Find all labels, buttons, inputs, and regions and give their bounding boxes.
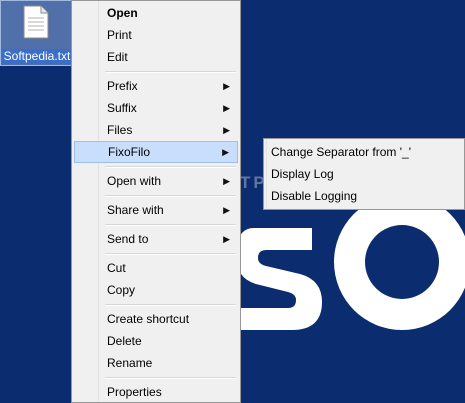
menu-item-properties[interactable]: Properties [74, 381, 238, 403]
menu-item-print[interactable]: Print [74, 24, 238, 46]
menu-item-open[interactable]: Open [74, 2, 238, 24]
menu-separator [105, 71, 236, 73]
submenu-arrow-icon: ▶ [223, 234, 230, 244]
fixofilo-submenu: Change Separator from '_' Display Log Di… [263, 138, 465, 210]
menu-item-label: Prefix [107, 79, 138, 93]
menu-item-fixofilo[interactable]: FixoFilo ▶ [74, 141, 238, 163]
menu-item-label: Files [107, 123, 133, 137]
submenu-arrow-icon: ▶ [223, 103, 230, 113]
menu-separator [105, 253, 236, 255]
menu-item-files[interactable]: Files ▶ [74, 119, 238, 141]
menu-item-send-to[interactable]: Send to ▶ [74, 228, 238, 250]
menu-item-cut[interactable]: Cut [74, 257, 238, 279]
menu-item-label: FixoFilo [108, 145, 151, 159]
menu-item-copy[interactable]: Copy [74, 279, 238, 301]
submenu-item-display-log[interactable]: Display Log [271, 163, 334, 185]
menu-item-share-with[interactable]: Share with ▶ [74, 199, 238, 221]
menu-item-label: Open with [107, 174, 162, 188]
file-name-label: Softpedia.txt [2, 49, 72, 64]
menu-separator [105, 166, 236, 168]
menu-separator [105, 224, 236, 226]
submenu-item-change-separator[interactable]: Change Separator from '_' [271, 141, 411, 163]
menu-item-delete[interactable]: Delete [74, 330, 238, 352]
menu-item-label: Share with [107, 203, 164, 217]
menu-separator [105, 377, 236, 379]
context-menu: Open Print Edit Prefix ▶ Suffix ▶ Files … [71, 0, 241, 403]
submenu-item-disable-logging[interactable]: Disable Logging [271, 185, 357, 207]
menu-item-rename[interactable]: Rename [74, 352, 238, 374]
submenu-arrow-icon: ▶ [223, 205, 230, 215]
menu-item-label: Suffix [107, 101, 137, 115]
submenu-gutter [266, 139, 267, 209]
menu-item-create-shortcut[interactable]: Create shortcut [74, 308, 238, 330]
submenu-arrow-icon: ▶ [222, 147, 229, 157]
menu-item-prefix[interactable]: Prefix ▶ [74, 75, 238, 97]
menu-item-suffix[interactable]: Suffix ▶ [74, 97, 238, 119]
menu-item-open-with[interactable]: Open with ▶ [74, 170, 238, 192]
menu-item-edit[interactable]: Edit [74, 46, 238, 68]
menu-separator [105, 304, 236, 306]
menu-separator [105, 195, 236, 197]
menu-item-label: Send to [107, 232, 149, 246]
desktop-file-softpedia-txt[interactable]: Softpedia.txt [0, 0, 72, 66]
submenu-arrow-icon: ▶ [223, 176, 230, 186]
submenu-arrow-icon: ▶ [223, 81, 230, 91]
submenu-arrow-icon: ▶ [223, 125, 230, 135]
text-file-icon [23, 5, 49, 39]
